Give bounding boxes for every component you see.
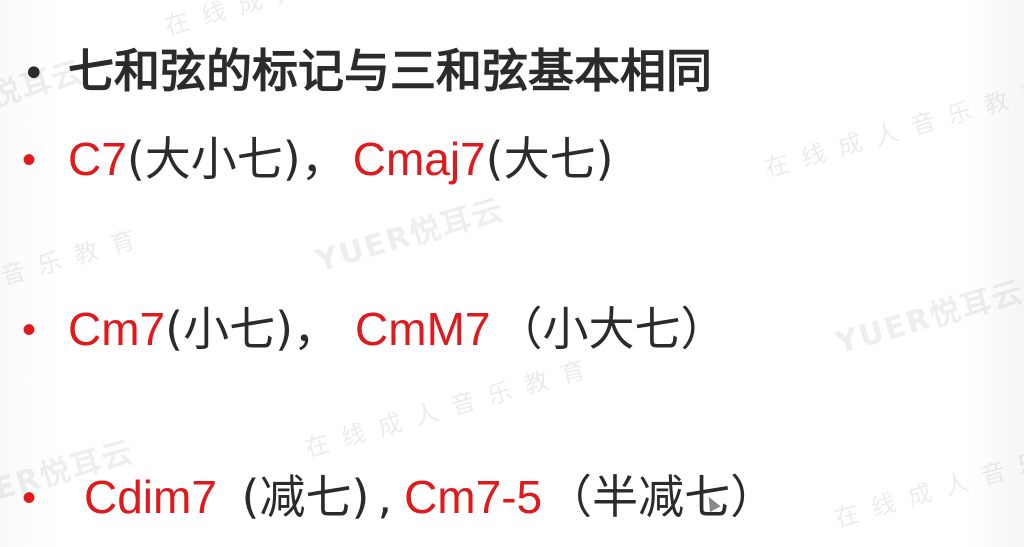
chord-row: Cdim7 (减七), Cm7-5（半减七） — [84, 474, 776, 520]
chord-row: Cm7(小七)， CmM7 （小大七） — [68, 306, 726, 352]
watermark-text: 在线成人音乐教育 — [761, 71, 1024, 183]
watermark-text: 在线成人音乐教育 — [301, 351, 602, 463]
chord-description: (大七) — [485, 132, 614, 186]
chord-code: Cmaj7 — [352, 133, 486, 185]
separator: ， — [300, 132, 347, 186]
chord-code: Cm7 — [68, 303, 166, 355]
row-bullet: • — [22, 308, 37, 352]
chord-code: Cm7-5 — [404, 471, 543, 523]
chord-description: (小七) — [165, 302, 294, 356]
watermark-text: 在线成人音乐教育 — [831, 421, 1024, 533]
heading-bullet: • — [22, 51, 46, 97]
chord-description: （半减七） — [546, 470, 777, 524]
chord-code: C7 — [68, 133, 127, 185]
chord-code: CmM7 — [355, 303, 491, 355]
watermark-brand: YUER悦耳云 — [312, 192, 509, 280]
separator: , — [377, 470, 393, 524]
watermark-text: 在线成人音乐教育 — [160, 0, 462, 42]
row-bullet: • — [22, 138, 37, 182]
chord-row: C7(大小七)， Cmaj7(大七) — [68, 136, 614, 182]
slide-heading: 七和弦的标记与三和弦基本相同 — [68, 44, 712, 98]
slide: 在线成人音乐教育 在线成人音乐教育 在线成人音乐教育 在线成人音乐教育 在线成人… — [0, 0, 1024, 547]
watermark-brand: YUER悦耳云 — [832, 274, 1024, 362]
chord-description: （小大七） — [496, 302, 727, 356]
separator: ， — [293, 302, 340, 356]
row-bullet: • — [22, 476, 37, 520]
chord-code: Cdim7 — [84, 471, 217, 523]
chord-description: (大小七) — [126, 132, 301, 186]
chord-description: (减七) — [226, 470, 370, 524]
